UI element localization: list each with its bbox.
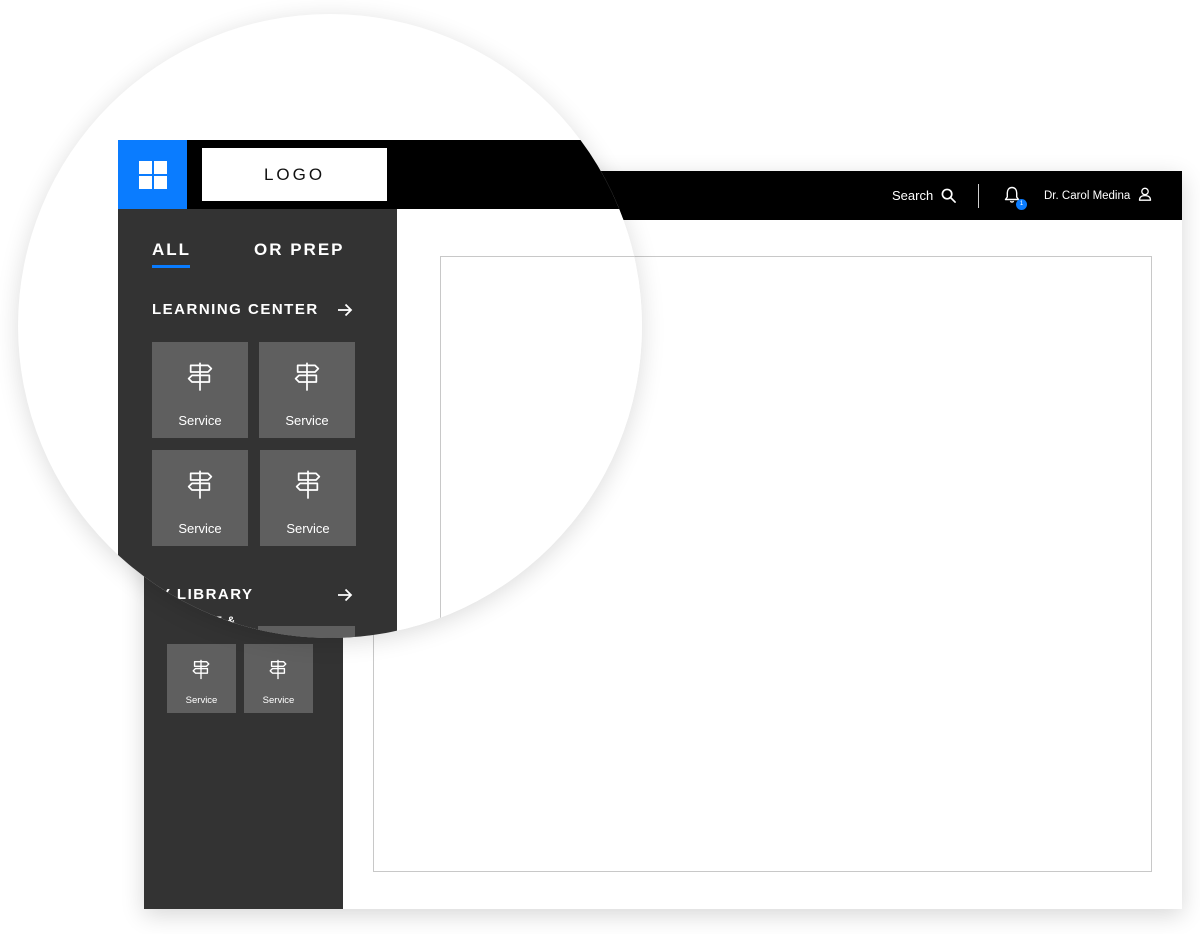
service-tile[interactable]: Service bbox=[259, 342, 355, 438]
content-frame-zoomed bbox=[440, 256, 642, 638]
user-icon bbox=[1138, 187, 1152, 204]
search-button[interactable]: Search bbox=[892, 171, 957, 220]
logo[interactable]: LOGO bbox=[202, 148, 387, 201]
active-tab-indicator bbox=[152, 265, 190, 268]
arrow-right-icon[interactable] bbox=[337, 303, 353, 322]
tile-label: Service bbox=[262, 695, 295, 706]
user-name: Dr. Carol Medina bbox=[1044, 189, 1131, 202]
header-divider bbox=[978, 184, 979, 208]
service-tile[interactable]: Service bbox=[260, 450, 356, 546]
signpost-icon bbox=[295, 470, 321, 499]
search-label: Search bbox=[892, 188, 934, 203]
user-menu[interactable]: Dr. Carol Medina bbox=[1044, 171, 1152, 220]
service-tile[interactable]: Service bbox=[152, 450, 248, 546]
search-icon bbox=[941, 188, 957, 203]
tab-or-prep[interactable]: OR PREP bbox=[254, 240, 345, 260]
library-tile[interactable]: Service bbox=[167, 644, 236, 713]
tile-label: Service bbox=[178, 413, 222, 428]
tile-label: Service bbox=[286, 521, 330, 536]
library-tile-partial[interactable] bbox=[258, 626, 355, 638]
section-title-library[interactable]: Y LIBRARY bbox=[160, 586, 254, 603]
arrow-right-icon[interactable] bbox=[337, 588, 353, 607]
signpost-icon bbox=[192, 659, 210, 680]
magnified-view: LOGO ALL OR PREP LEARNING CENTER Service bbox=[18, 14, 642, 638]
signpost-icon bbox=[269, 659, 287, 680]
library-tile[interactable]: Service bbox=[244, 644, 313, 713]
signpost-icon bbox=[294, 362, 320, 391]
tile-label: Service bbox=[185, 695, 218, 706]
section-title-learning-center[interactable]: LEARNING CENTER bbox=[152, 301, 319, 318]
apps-menu-button[interactable] bbox=[118, 140, 187, 209]
tile-label: Service bbox=[285, 413, 329, 428]
tile-label: Service bbox=[178, 521, 222, 536]
signpost-icon bbox=[187, 470, 213, 499]
signpost-icon bbox=[187, 362, 213, 391]
service-tile[interactable]: Service bbox=[152, 342, 248, 438]
notification-badge: 1 bbox=[1016, 199, 1027, 210]
tab-all[interactable]: ALL bbox=[152, 240, 191, 260]
subsection-title: SERVICE & bbox=[168, 615, 237, 627]
magnifier: LOGO ALL OR PREP LEARNING CENTER Service bbox=[18, 14, 642, 638]
